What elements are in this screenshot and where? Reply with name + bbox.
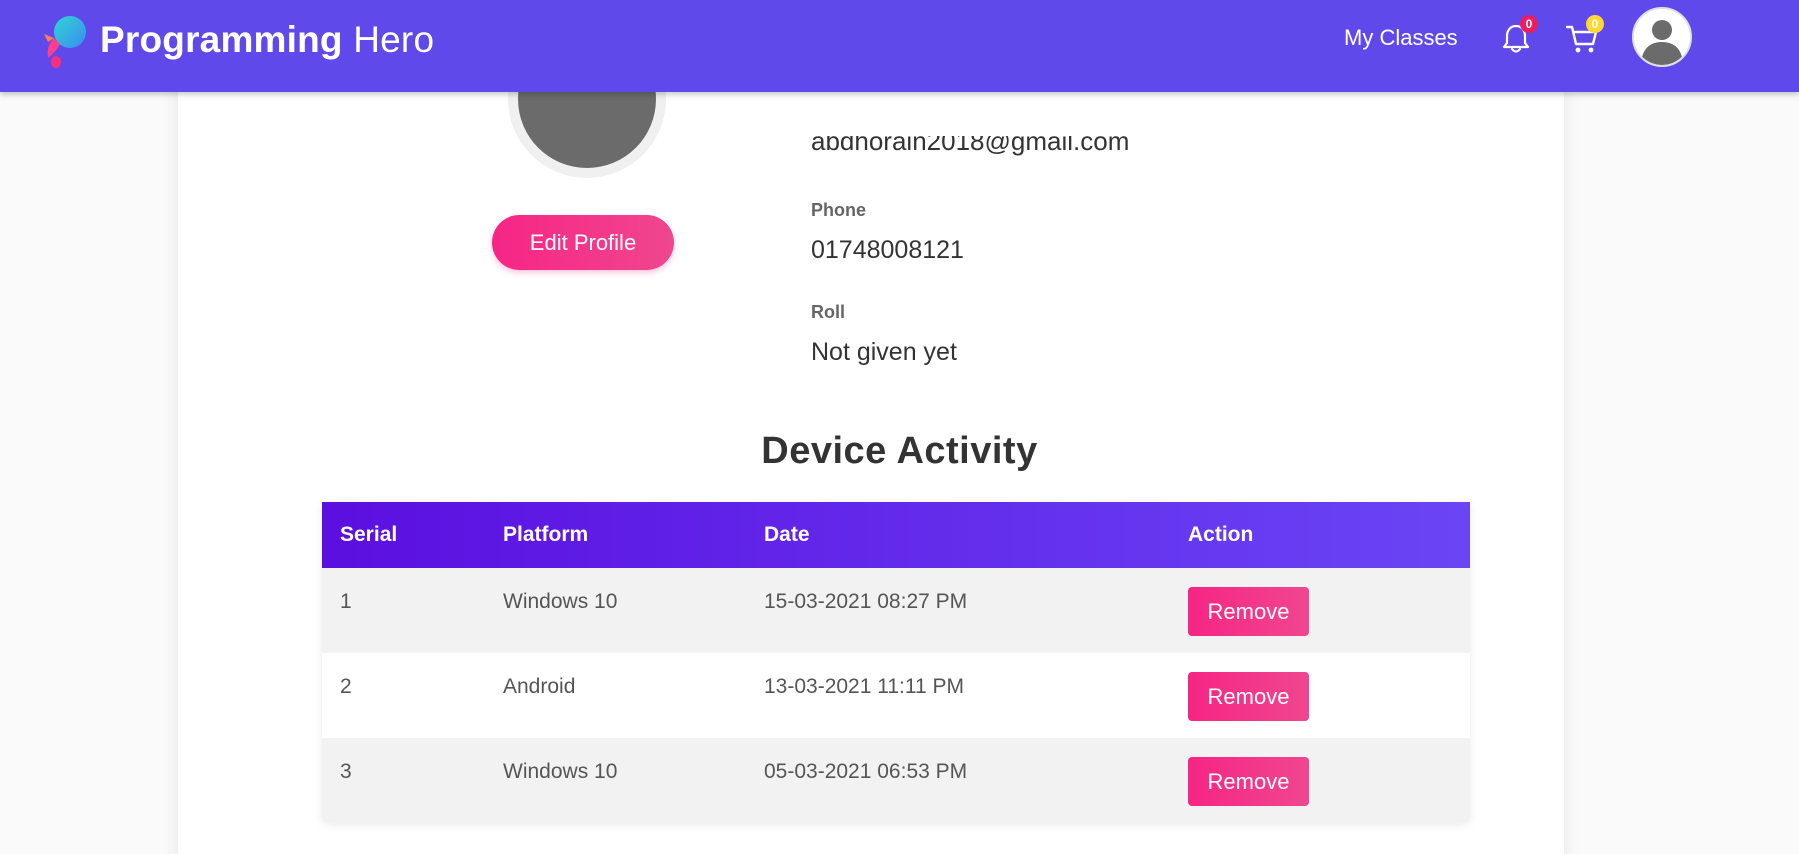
device-activity-title: Device Activity (761, 430, 1038, 472)
table-header: Serial Platform Date Action (322, 502, 1470, 568)
device-activity-table: Serial Platform Date Action 1 Windows 10… (322, 502, 1470, 823)
header-date: Date (764, 523, 810, 546)
header-platform: Platform (503, 523, 589, 546)
brand-name-strong: Programming (100, 19, 343, 60)
nav-my-classes[interactable]: My Classes (1344, 22, 1458, 54)
serial-cell: 2 (340, 675, 352, 698)
remove-button[interactable]: Remove (1188, 757, 1309, 806)
table-row: 1 Windows 10 15-03-2021 08:27 PM Remove (322, 568, 1470, 653)
edit-profile-button[interactable]: Edit Profile (492, 215, 674, 270)
user-avatar[interactable] (1632, 7, 1692, 67)
platform-cell: Android (503, 675, 576, 698)
date-cell: 15-03-2021 08:27 PM (764, 590, 968, 613)
brand-name: Programming Hero (100, 19, 434, 61)
serial-cell: 3 (340, 760, 352, 783)
rocket-logo-icon (38, 12, 90, 68)
brand-name-light: Hero (353, 19, 435, 60)
notification-button[interactable]: 0 (1496, 15, 1538, 58)
remove-button[interactable]: Remove (1188, 672, 1309, 721)
phone-label: Phone (811, 200, 867, 220)
cart-count-badge: 0 (1586, 15, 1604, 33)
phone-value: 01748008121 (811, 236, 964, 264)
cart-button[interactable]: 0 (1562, 15, 1604, 58)
user-avatar-icon (1634, 9, 1690, 65)
top-navbar: Programming Hero My Classes 0 0 (0, 0, 1799, 92)
roll-label: Roll (811, 302, 845, 322)
platform-cell: Windows 10 (503, 760, 618, 783)
platform-cell: Windows 10 (503, 590, 618, 613)
header-serial: Serial (340, 523, 398, 546)
profile-picture (508, 90, 666, 180)
page: Edit Profile abdhorain2018@gmail.com Pho… (0, 0, 1799, 854)
date-cell: 05-03-2021 06:53 PM (764, 760, 968, 783)
header-action: Action (1188, 523, 1254, 546)
table-row: 3 Windows 10 05-03-2021 06:53 PM Remove (322, 738, 1470, 823)
table-row: 2 Android 13-03-2021 11:11 PM Remove (322, 653, 1470, 738)
roll-value: Not given yet (811, 338, 957, 366)
serial-cell: 1 (340, 590, 352, 613)
notification-count-badge: 0 (1520, 15, 1538, 33)
brand-logo-link[interactable]: Programming Hero (38, 10, 434, 70)
email-value: abdhorain2018@gmail.com (811, 136, 1130, 156)
date-cell: 13-03-2021 11:11 PM (764, 675, 965, 698)
remove-button[interactable]: Remove (1188, 587, 1309, 636)
